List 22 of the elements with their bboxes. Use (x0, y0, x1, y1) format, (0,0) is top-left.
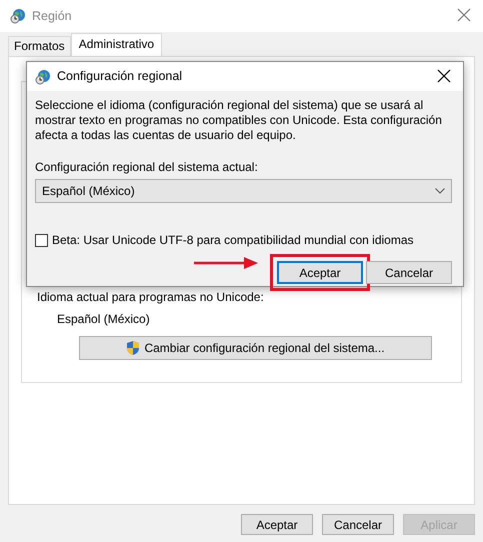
globe-clock-icon (35, 68, 51, 84)
description-text: Seleccione el idioma (configuración regional del sistema) que se usará al mostrar texto en programas no compatibles con Unicode. Esta configuración afecta a todas las cuentas de usuario del equipo. (35, 98, 443, 143)
arrow-annotation-icon (194, 257, 258, 269)
globe-clock-icon (10, 8, 26, 24)
tab[interactable]: Formatos (8, 36, 71, 56)
close-button[interactable] (437, 68, 453, 84)
current-locale-text: Español (México) (57, 311, 151, 328)
change-locale-button[interactable]: Cambiar configuración regional del sistema... (79, 336, 432, 360)
checkbox[interactable] (35, 234, 48, 246)
window-title: Región (32, 8, 72, 25)
locale-select[interactable]: Español (México) (35, 179, 452, 203)
chevron-down-icon (435, 188, 445, 194)
window-button[interactable]: Aceptar (241, 514, 313, 535)
dialog-button[interactable]: Cancelar (366, 261, 452, 284)
tab[interactable]: Administrativo (70, 33, 162, 56)
shield-icon (126, 340, 140, 356)
dialog-button[interactable]: Aceptar (277, 261, 363, 284)
checkbox-label: Beta: Usar Unicode UTF-8 para compatibilidad mundial con idiomas (52, 232, 414, 249)
dialog-title: Configuración regional (57, 68, 182, 86)
section-label: Idioma actual para programas no Unicode: (37, 289, 265, 306)
field-label: Configuración regional del sistema actual: (35, 159, 259, 176)
window-button[interactable]: Cancelar (322, 514, 394, 535)
